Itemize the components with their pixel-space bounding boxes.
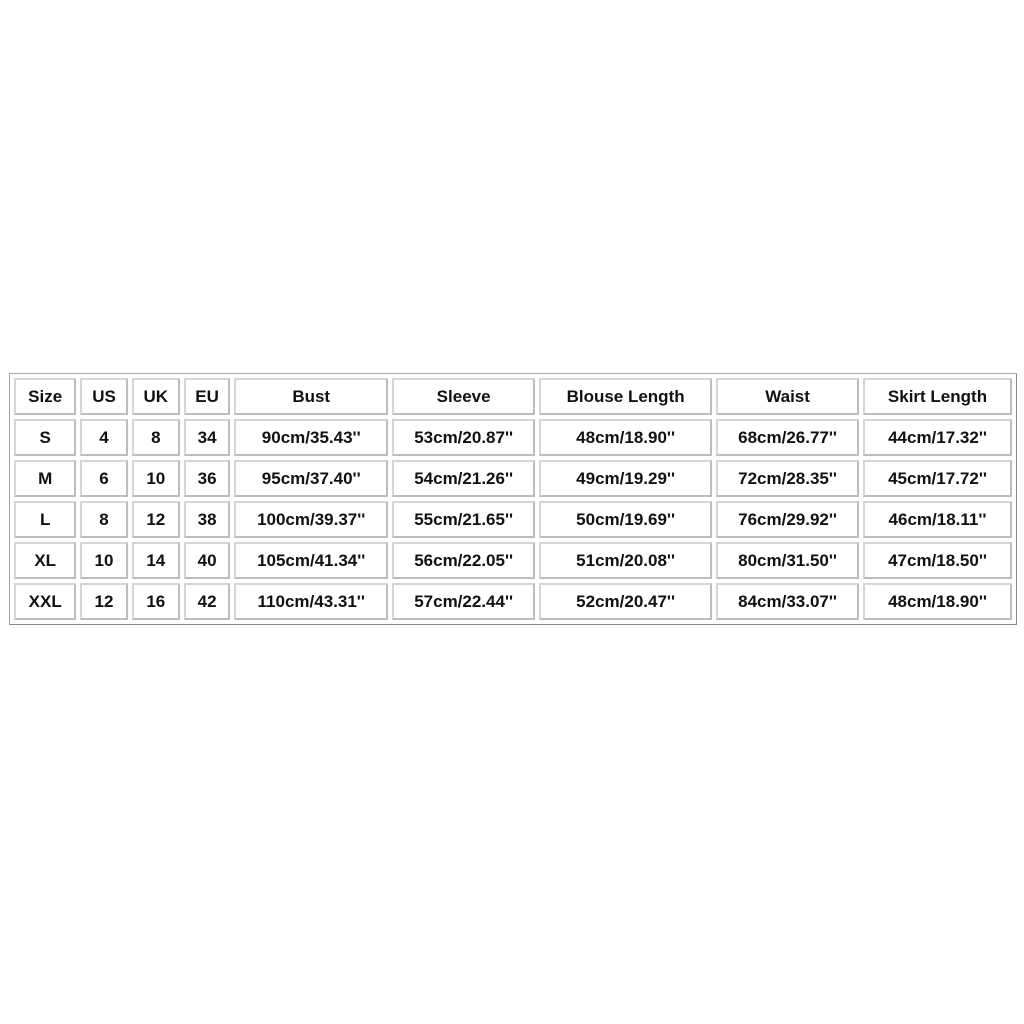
table-row: XL 10 14 40 105cm/41.34'' 56cm/22.05'' 5… <box>14 542 1012 579</box>
cell-bust: 105cm/41.34'' <box>234 542 389 579</box>
cell-sleeve: 55cm/21.65'' <box>392 501 536 538</box>
cell-blouse-length: 48cm/18.90'' <box>539 419 713 456</box>
cell-bust: 90cm/35.43'' <box>234 419 389 456</box>
cell-size: L <box>14 501 77 538</box>
cell-blouse-length: 49cm/19.29'' <box>539 460 713 497</box>
header-us: US <box>80 378 128 415</box>
header-bust: Bust <box>234 378 389 415</box>
size-chart-table: Size US UK EU Bust Sleeve Blouse Length … <box>9 373 1017 625</box>
cell-waist: 76cm/29.92'' <box>716 501 859 538</box>
cell-eu: 34 <box>183 419 231 456</box>
header-skirt-length: Skirt Length <box>863 378 1012 415</box>
header-blouse-length: Blouse Length <box>539 378 713 415</box>
cell-skirt-length: 45cm/17.72'' <box>863 460 1012 497</box>
cell-bust: 95cm/37.40'' <box>234 460 389 497</box>
cell-sleeve: 53cm/20.87'' <box>392 419 536 456</box>
cell-bust: 100cm/39.37'' <box>234 501 389 538</box>
cell-uk: 12 <box>131 501 180 538</box>
cell-sleeve: 56cm/22.05'' <box>392 542 536 579</box>
cell-size: M <box>14 460 77 497</box>
cell-bust: 110cm/43.31'' <box>234 583 389 620</box>
cell-blouse-length: 51cm/20.08'' <box>539 542 713 579</box>
cell-waist: 72cm/28.35'' <box>716 460 859 497</box>
cell-sleeve: 54cm/21.26'' <box>392 460 536 497</box>
header-row: Size US UK EU Bust Sleeve Blouse Length … <box>14 378 1012 415</box>
cell-blouse-length: 50cm/19.69'' <box>539 501 713 538</box>
cell-uk: 16 <box>131 583 180 620</box>
cell-size: XXL <box>14 583 77 620</box>
cell-waist: 84cm/33.07'' <box>716 583 859 620</box>
cell-eu: 40 <box>183 542 231 579</box>
cell-skirt-length: 44cm/17.32'' <box>863 419 1012 456</box>
cell-eu: 36 <box>183 460 231 497</box>
cell-skirt-length: 47cm/18.50'' <box>863 542 1012 579</box>
cell-uk: 14 <box>131 542 180 579</box>
cell-blouse-length: 52cm/20.47'' <box>539 583 713 620</box>
cell-eu: 38 <box>183 501 231 538</box>
table-row: S 4 8 34 90cm/35.43'' 53cm/20.87'' 48cm/… <box>14 419 1012 456</box>
header-uk: UK <box>131 378 180 415</box>
cell-uk: 10 <box>131 460 180 497</box>
table-row: XXL 12 16 42 110cm/43.31'' 57cm/22.44'' … <box>14 583 1012 620</box>
cell-us: 4 <box>80 419 128 456</box>
header-waist: Waist <box>716 378 859 415</box>
cell-skirt-length: 48cm/18.90'' <box>863 583 1012 620</box>
header-eu: EU <box>183 378 231 415</box>
cell-waist: 68cm/26.77'' <box>716 419 859 456</box>
cell-eu: 42 <box>183 583 231 620</box>
cell-uk: 8 <box>131 419 180 456</box>
cell-us: 8 <box>80 501 128 538</box>
table-row: L 8 12 38 100cm/39.37'' 55cm/21.65'' 50c… <box>14 501 1012 538</box>
cell-skirt-length: 46cm/18.11'' <box>863 501 1012 538</box>
cell-us: 12 <box>80 583 128 620</box>
header-size: Size <box>14 378 77 415</box>
header-sleeve: Sleeve <box>392 378 536 415</box>
cell-size: XL <box>14 542 77 579</box>
cell-us: 6 <box>80 460 128 497</box>
cell-sleeve: 57cm/22.44'' <box>392 583 536 620</box>
cell-us: 10 <box>80 542 128 579</box>
cell-waist: 80cm/31.50'' <box>716 542 859 579</box>
table-row: M 6 10 36 95cm/37.40'' 54cm/21.26'' 49cm… <box>14 460 1012 497</box>
cell-size: S <box>14 419 77 456</box>
